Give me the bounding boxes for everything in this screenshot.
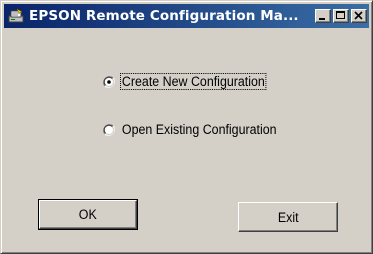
maximize-button[interactable]: [333, 9, 349, 23]
minimize-icon: [319, 18, 325, 20]
create-new-radio[interactable]: [103, 75, 115, 88]
close-button[interactable]: [351, 9, 367, 23]
dialog-window: EPSON Remote Configuration Ma... Create …: [0, 0, 373, 254]
ok-button[interactable]: OK: [38, 199, 138, 230]
title-bar[interactable]: EPSON Remote Configuration Ma...: [4, 4, 369, 28]
window-title: EPSON Remote Configuration Ma...: [29, 8, 299, 24]
exit-button[interactable]: Exit: [238, 202, 338, 232]
ok-button-label: OK: [79, 207, 97, 222]
exit-button-label: Exit: [277, 209, 299, 225]
maximize-icon: [336, 11, 345, 19]
create-new-label[interactable]: Create New Configuration: [120, 73, 267, 90]
create-new-option[interactable]: Create New Configuration: [103, 73, 278, 90]
close-icon: [354, 11, 363, 20]
minimize-button[interactable]: [315, 9, 331, 23]
open-existing-option[interactable]: Open Existing Configuration: [103, 122, 291, 137]
caption-buttons: [315, 9, 367, 23]
open-existing-label[interactable]: Open Existing Configuration: [121, 122, 278, 137]
open-existing-radio[interactable]: [103, 123, 115, 136]
epson-app-icon: [7, 7, 25, 25]
